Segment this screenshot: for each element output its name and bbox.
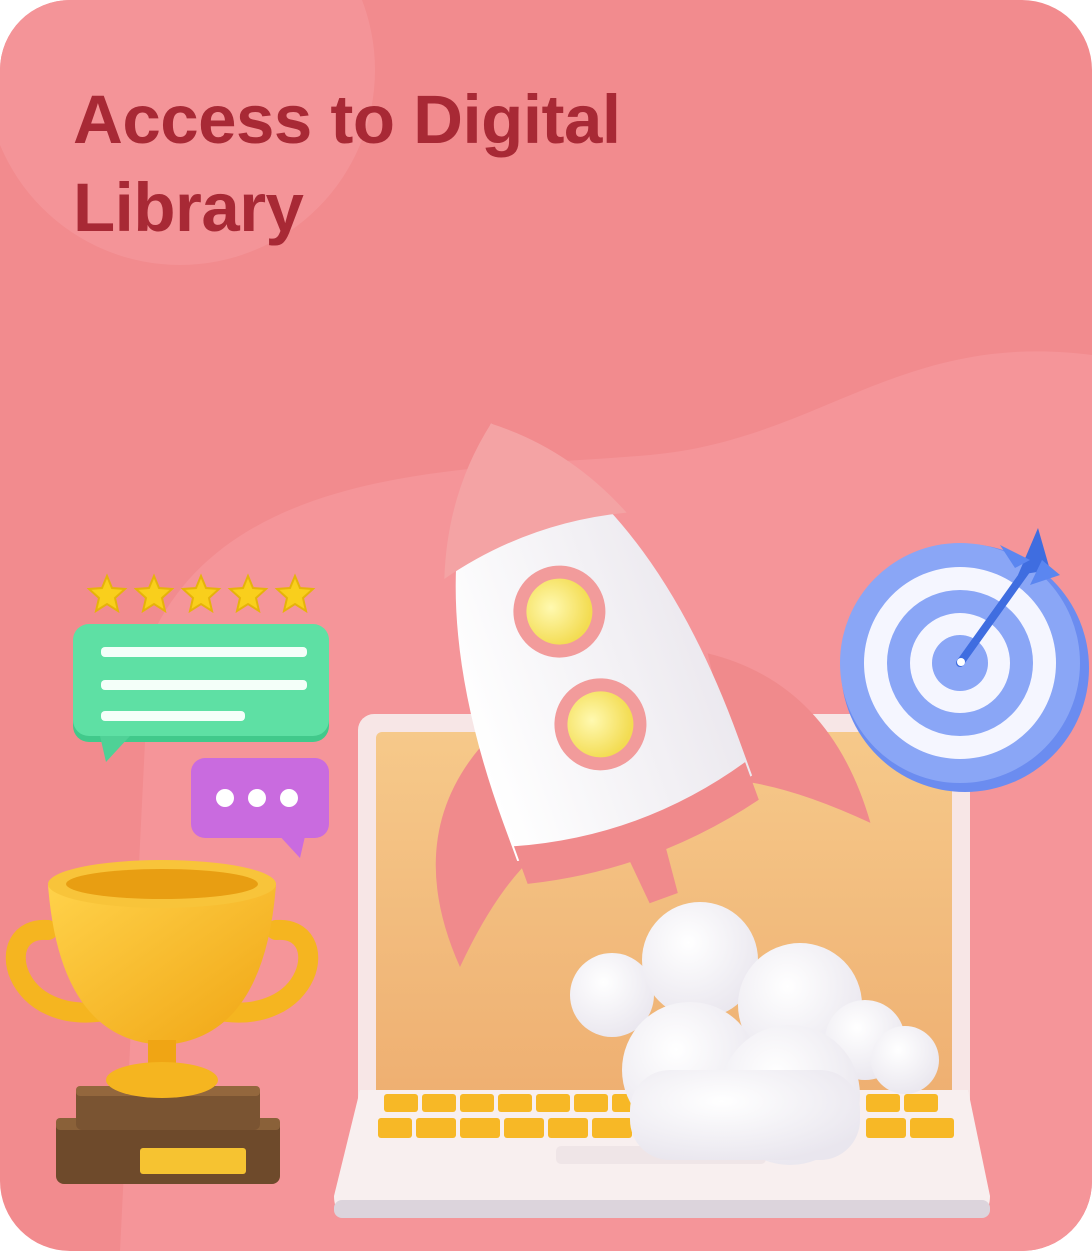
star-icon [86, 573, 128, 614]
star-icon [133, 573, 175, 614]
review-bubble-icon [73, 624, 329, 762]
card-title: Access to Digital Library [73, 81, 621, 246]
target-icon [840, 543, 1089, 792]
feature-card: Access to Digital Library [0, 0, 1092, 1251]
